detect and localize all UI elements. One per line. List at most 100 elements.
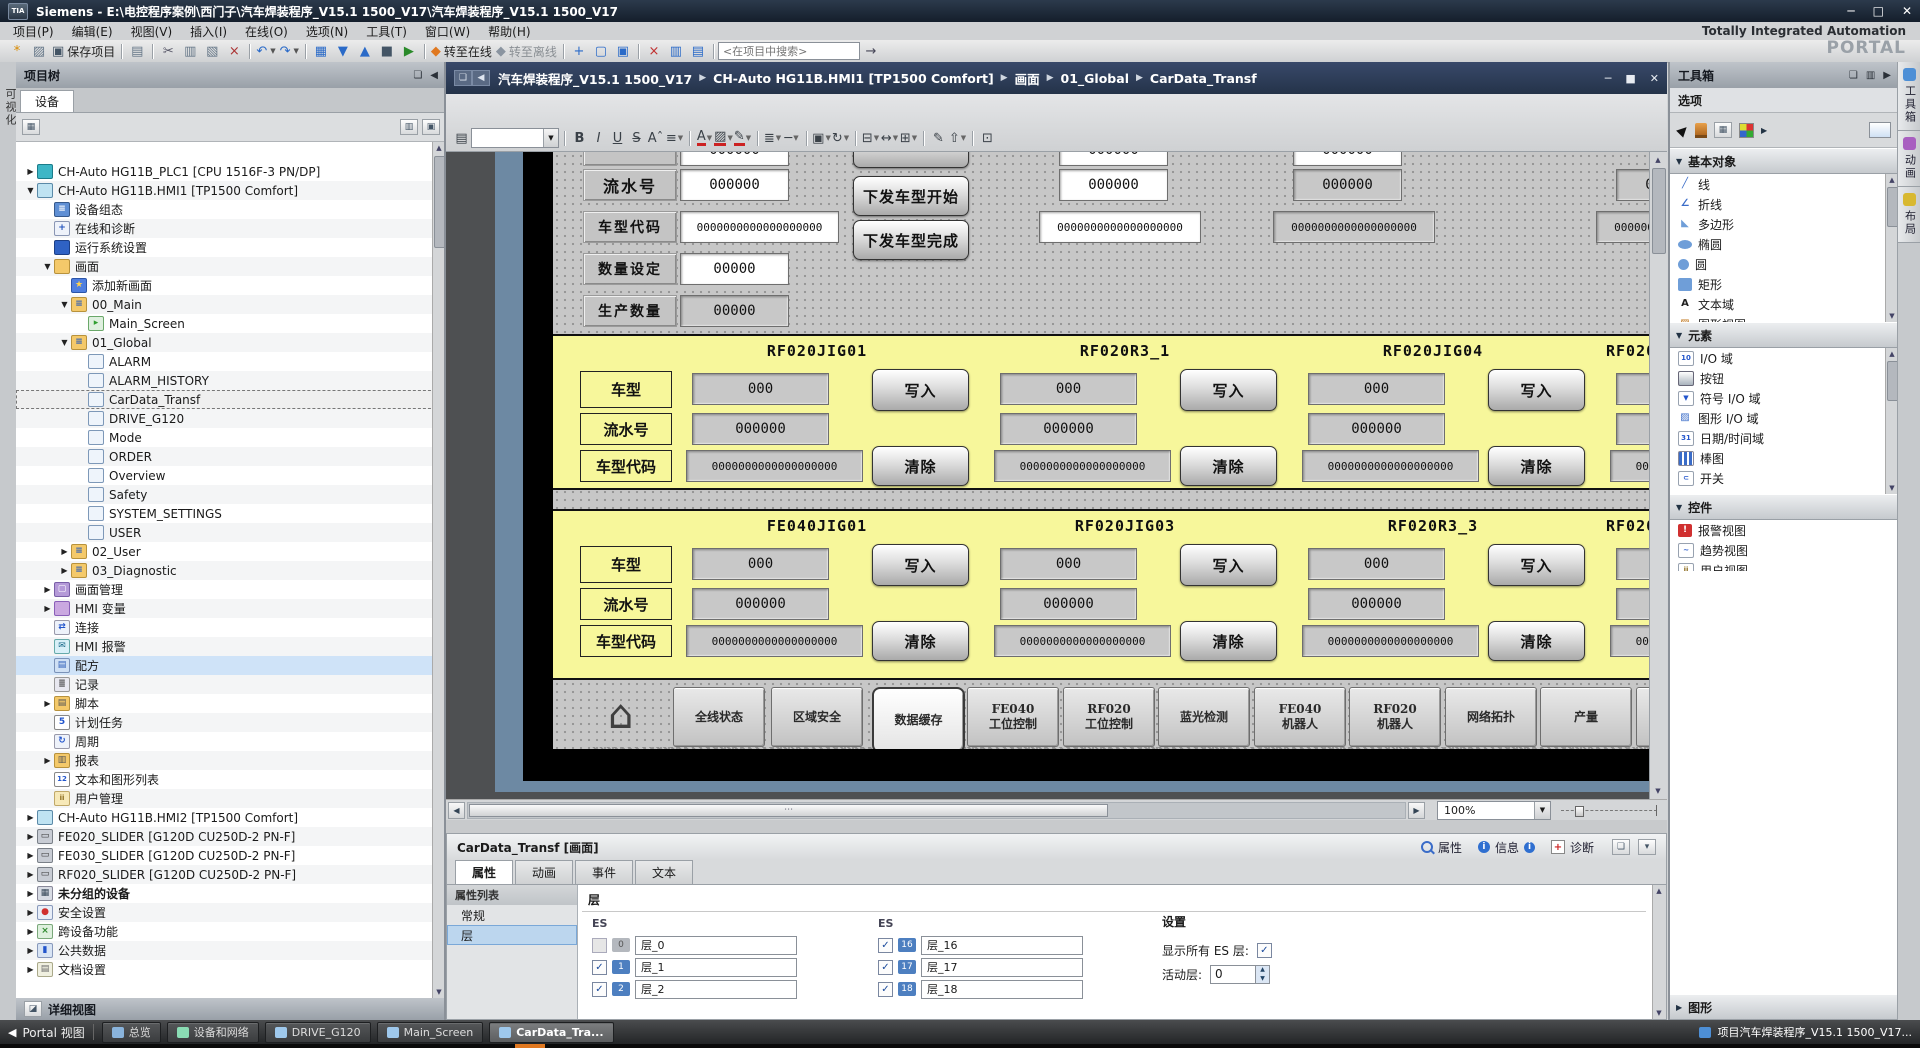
hmi-io-field[interactable]: 000000 [680, 169, 789, 201]
chevron-down-icon[interactable]: ▼ [1534, 802, 1550, 819]
properties-scrollbar[interactable]: ▲ ▼ [1652, 885, 1666, 1019]
hmi-io-field[interactable]: 000 [1000, 548, 1137, 580]
toolbox-item[interactable]: ∠折线 [1670, 194, 1899, 214]
match-size-icon[interactable]: ⊞▼ [899, 128, 918, 148]
toolbox-item[interactable]: 矩形 [1670, 274, 1899, 294]
canvas-hscrollbar[interactable]: ◀ ⋯ ▶ 100% ▼ [446, 799, 1667, 820]
window-icon[interactable]: ▢ [590, 42, 612, 60]
layer-checkbox[interactable]: ✓ [592, 960, 607, 975]
tree-item[interactable]: ▼CH-Auto HG11B.HMI1 [TP1500 Comfort] [16, 181, 446, 200]
expand-icon[interactable]: ▶ [24, 946, 37, 955]
hmi-io-field[interactable]: 000000 [1308, 588, 1445, 620]
toolbox-section-bar[interactable]: ▼元素 [1670, 322, 1899, 348]
side-tab-animation-tab[interactable]: 动画 [1898, 131, 1920, 187]
hmi-io-field[interactable]: 000000 [1000, 588, 1137, 620]
copy-icon[interactable]: ▥ [179, 42, 201, 60]
italic-icon[interactable]: I [589, 128, 608, 148]
breadcrumb-item[interactable]: 汽车焊装程序_V15.1 1500_V17 [498, 69, 692, 88]
hmi-nav-button[interactable]: 蓝光检测 [1158, 687, 1250, 747]
print-icon[interactable]: ▤ [126, 42, 148, 60]
hmi-io-field[interactable]: 0000000000000000000 [680, 211, 839, 243]
expand-icon[interactable]: ▶ [24, 927, 37, 936]
tree-item[interactable]: ALARM_HISTORY [16, 371, 446, 390]
breadcrumb-item[interactable]: CarData_Transf [1150, 71, 1257, 86]
toolbox-section-bar[interactable]: ▼基本对象 [1670, 148, 1899, 174]
collapse-icon[interactable]: ▼ [41, 262, 54, 271]
hmi-io-field[interactable]: 000000 [1308, 413, 1445, 445]
hmi-nav-button[interactable]: RF020工位控制 [1063, 687, 1155, 747]
menu-item[interactable]: 选项(N) [297, 22, 357, 41]
paste-icon[interactable]: ▧ [201, 42, 223, 60]
scroll-up-icon[interactable]: ▲ [1653, 885, 1665, 897]
tree-item[interactable]: 5计划任务 [16, 713, 446, 732]
layer-name-input[interactable]: 层_2 [635, 980, 797, 999]
hmi-io-field[interactable]: 000 [692, 373, 829, 405]
properties-header-tab-diagnostics-icon[interactable]: +诊断 [1551, 839, 1594, 856]
scroll-right-icon[interactable]: ▶ [1408, 802, 1425, 819]
tree-columns-icon[interactable]: ▣ [422, 119, 440, 135]
scroll-left-icon[interactable]: ◀ [448, 802, 465, 819]
hmi-nav-button[interactable]: FE040机器人 [1254, 687, 1346, 747]
layer-checkbox[interactable]: ✓ [878, 938, 893, 953]
hmi-button[interactable]: 写入 [1180, 369, 1277, 411]
save-project-icon[interactable]: ▣保存项目 [50, 42, 117, 60]
tree-item[interactable]: ▶▥报表 [16, 751, 446, 770]
spin-up-icon[interactable]: ▲ [1256, 966, 1269, 975]
layer-checkbox[interactable]: ✓ [878, 982, 893, 997]
line-color-icon[interactable]: ✎▼ [733, 128, 752, 148]
hmi-io-field[interactable]: 000000 [1293, 169, 1402, 201]
toolbox-item[interactable]: A文本域 [1670, 294, 1899, 314]
hmi-button[interactable]: 清除 [872, 446, 969, 486]
list-icon[interactable]: ▤ [452, 128, 471, 148]
tree-item[interactable]: SYSTEM_SETTINGS [16, 504, 446, 523]
home-icon[interactable]: ⌂ [608, 695, 633, 735]
tree-item[interactable]: ▼画面 [16, 257, 446, 276]
hmi-io-field[interactable]: 000 [692, 548, 829, 580]
distribute-icon[interactable]: ↔▼ [880, 128, 899, 148]
editor-task-button[interactable]: 总览 [102, 1022, 161, 1043]
layer-name-input[interactable]: 层_18 [921, 980, 1083, 999]
hmi-io-field[interactable]: 0000000000000000000 [1610, 625, 1650, 657]
compile-icon[interactable]: ▦ [310, 42, 332, 60]
editor-task-button[interactable]: 设备和网络 [167, 1022, 259, 1043]
tree-view-icon[interactable]: ▦ [22, 119, 40, 135]
canvas-surface[interactable]: 000000000000000000流水号000000车型代码000000000… [553, 152, 1650, 749]
tree-item[interactable]: CarData_Transf [16, 390, 446, 409]
font-color-icon[interactable]: A▼ [695, 128, 714, 148]
tab-属性[interactable]: 属性 [455, 860, 513, 884]
undo-icon[interactable]: ↶▼ [254, 42, 277, 60]
breadcrumb-item[interactable]: 画面 [1015, 69, 1040, 88]
tree-item[interactable]: ▶▢画面管理 [16, 580, 446, 599]
float-panel-icon[interactable]: ❏ [1849, 70, 1858, 81]
tree-item[interactable]: ▶▤脚本 [16, 694, 446, 713]
align-objects-icon[interactable]: ⊟▼ [861, 128, 880, 148]
hmi-button[interactable]: 清除 [1488, 621, 1585, 661]
breadcrumb-item[interactable]: CH-Auto HG11B.HMI1 [TP1500 Comfort] [713, 71, 994, 86]
properties-header-tab-info-icon[interactable]: i信息i [1478, 839, 1535, 856]
tree-item[interactable]: ≣记录 [16, 675, 446, 694]
hmi-io-field[interactable]: 000000 [1059, 152, 1168, 166]
tree-item[interactable]: ▤配方 [16, 656, 446, 675]
toolbox-item[interactable]: 圆 [1670, 254, 1899, 274]
tree-item[interactable]: ▶CH-Auto HG11B_PLC1 [CPU 1516F-3 PN/DP] [16, 162, 446, 181]
expand-icon[interactable]: ▶ [41, 699, 54, 708]
tree-item[interactable]: ii用户管理 [16, 789, 446, 808]
line-list-icon[interactable]: ≣▼ [763, 128, 782, 148]
search-input[interactable] [718, 42, 860, 60]
go-online-icon[interactable]: ◆转至在线 [429, 42, 494, 60]
expand-icon[interactable]: ▶ [58, 566, 71, 575]
tree-item[interactable]: Mode [16, 428, 446, 447]
hmi-button[interactable]: 写入 [1488, 369, 1585, 411]
tree-item[interactable]: DRIVE_G120 [16, 409, 446, 428]
split-h-icon[interactable]: ▥ [665, 42, 687, 60]
dock-icon[interactable]: ❏ [454, 70, 472, 86]
toolbox-item[interactable]: ◣多边形 [1670, 214, 1899, 234]
color-palette-icon[interactable] [1739, 123, 1754, 138]
expand-icon[interactable]: ▶ [24, 167, 37, 176]
canvas-vscrollbar[interactable]: ▲ ▼ [1649, 152, 1667, 799]
menu-item[interactable]: 项目(P) [4, 22, 63, 41]
expand-icon[interactable]: ▶ [41, 604, 54, 613]
tree-item[interactable]: ↻周期 [16, 732, 446, 751]
layer-checkbox[interactable]: ✓ [878, 960, 893, 975]
collapse-icon[interactable]: ▼ [58, 338, 71, 347]
